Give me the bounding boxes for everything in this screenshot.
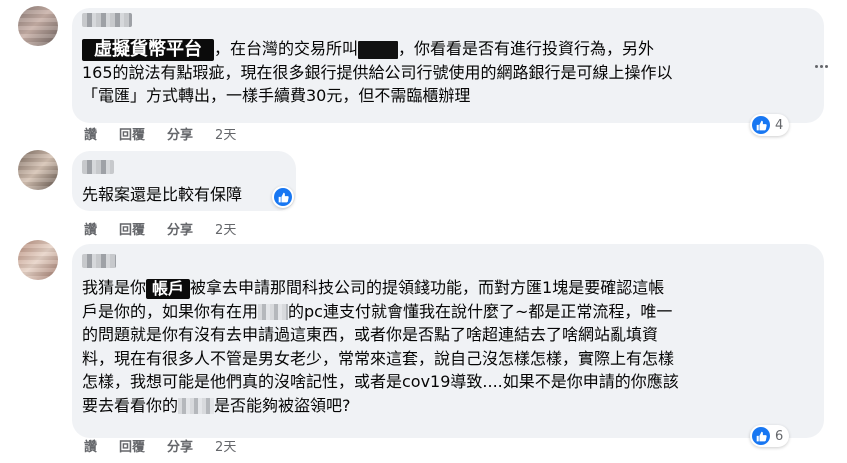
commenter-avatar[interactable] — [18, 6, 58, 46]
comment-actions: 讚 回覆 分享 2天 — [84, 124, 236, 143]
comment-line: 虛擬貨幣平台 ，在台灣的交易所叫 ，你看看是否有進行投資行為，另外 — [82, 37, 673, 61]
share-action[interactable]: 分享 — [167, 124, 193, 143]
like-reaction-icon — [752, 116, 770, 134]
like-action[interactable]: 讚 — [84, 436, 97, 455]
commenter-avatar[interactable] — [18, 150, 58, 190]
comment-text-segment: 的pc連支付就會懂我在說什麼了~都是正常流程，唯一 — [288, 301, 673, 321]
comment-text-segment: 我猜是你 — [82, 278, 147, 297]
redacted-box — [358, 40, 399, 59]
like-action[interactable]: 讚 — [84, 219, 97, 238]
like-action[interactable]: 讚 — [84, 124, 97, 143]
commenter-avatar[interactable] — [18, 240, 58, 280]
reaction-count: 4 — [775, 117, 784, 133]
comment-line: 的問題就是你有沒有去申請過這東西，或者你是否點了啥超連結去了啥網站亂填資 — [82, 325, 659, 344]
comment-line: 先報案還是比較有保障 — [82, 185, 243, 204]
comment-line: 165的說法有點瑕疵，現在很多銀行提供給公司行號使用的網路銀行是可線上操作以 — [82, 62, 673, 82]
more-options-icon[interactable] — [811, 56, 831, 76]
comment-text-segment: 要去看看你的 — [82, 395, 179, 415]
comment-actions: 讚 回覆 分享 2天 — [84, 436, 236, 455]
comment-line: 怎樣，我想可能是他們真的沒啥記性，或者是cov19導致....如果不是你申請的你… — [82, 372, 679, 391]
comment-text-segment: ，你看看是否有進行投資行為，另外 — [398, 39, 655, 58]
share-action[interactable]: 分享 — [167, 219, 193, 238]
reaction-count: 6 — [775, 428, 784, 444]
redacted-label-badge: 虛擬貨幣平台 — [82, 38, 214, 61]
comment-line: 料，現在有很多人不管是男女老少，常常來這套，說自己沒怎樣怎樣，實際上有怎樣 — [82, 348, 675, 368]
comment-actions: 讚 回覆 分享 2天 — [84, 219, 236, 238]
comment-text: 我猜是你 帳戶 被拿去申請那間科技公司的提領錢功能，而對方匯1塊是要確認這帳 戶是你… — [82, 276, 679, 417]
timestamp[interactable]: 2天 — [215, 124, 236, 143]
commenter-name-redacted[interactable] — [82, 13, 132, 27]
comment-text-segment: 被拿去申請那間科技公司的提領錢功能，而對方匯1塊是要確認這帳 — [190, 278, 665, 297]
share-action[interactable]: 分享 — [167, 436, 193, 455]
redacted-blur — [178, 398, 215, 414]
reaction-summary[interactable]: 6 — [750, 425, 790, 447]
commenter-name-redacted[interactable] — [82, 160, 114, 174]
comment-line: 戶是你的，如果你有在用 的pc連支付就會懂我在說什麼了~都是正常流程，唯一 — [82, 300, 679, 324]
comment-text: 虛擬貨幣平台 ，在台灣的交易所叫 ，你看看是否有進行投資行為，另外 165的說法有點… — [82, 37, 673, 108]
reaction-summary[interactable] — [272, 186, 294, 208]
reply-action[interactable]: 回覆 — [119, 124, 145, 143]
comment-text-segment: 戶是你的，如果你有在用 — [82, 301, 259, 321]
timestamp[interactable]: 2天 — [215, 219, 236, 238]
comment-line: 我猜是你 帳戶 被拿去申請那間科技公司的提領錢功能，而對方匯1塊是要確認這帳 — [82, 276, 679, 300]
comment-line: 要去看看你的 是否能夠被盜領吧? — [82, 394, 679, 418]
redacted-label-badge: 帳戶 — [146, 278, 191, 299]
reply-action[interactable]: 回覆 — [119, 436, 145, 455]
comment-line: 「電匯」方式轉出，一樣手續費30元，但不需臨櫃辦理 — [82, 86, 471, 105]
timestamp[interactable]: 2天 — [215, 436, 236, 455]
commenter-name-redacted[interactable] — [82, 254, 116, 268]
redacted-blur — [258, 304, 289, 320]
comment-text-segment: 是否能夠被盜領吧? — [214, 395, 351, 415]
comment-text: 先報案還是比較有保障 — [82, 183, 242, 207]
like-reaction-icon — [274, 188, 292, 206]
comment-text-segment: ，在台灣的交易所叫 — [214, 39, 359, 58]
like-reaction-icon — [752, 427, 770, 445]
reaction-summary[interactable]: 4 — [750, 114, 790, 136]
reply-action[interactable]: 回覆 — [119, 219, 145, 238]
